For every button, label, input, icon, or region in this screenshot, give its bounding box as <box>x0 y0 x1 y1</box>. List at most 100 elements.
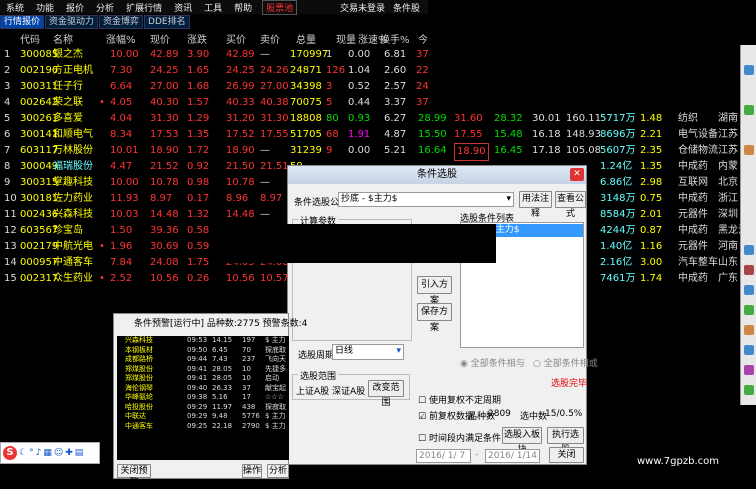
column-header[interactable]: 代码 <box>20 31 40 46</box>
toolbar-icon[interactable] <box>744 305 754 315</box>
alert-row[interactable]: 华峰氨纶 09:38 5.16 17 ☆☆☆ <box>117 393 289 403</box>
cell-name: 珍宝岛 <box>53 225 83 236</box>
date-to-input[interactable]: 2016/ 1/14 <box>485 449 540 463</box>
checkbox-timespan[interactable]: ☐ 时间段内满足条件 <box>418 431 501 444</box>
menu-trade-login[interactable]: 交易未登录 <box>340 1 385 14</box>
menu-item[interactable]: 帮助 <box>228 1 258 14</box>
toolbar-icon[interactable] <box>744 105 754 115</box>
alert-cell: 28.05 <box>212 374 233 382</box>
alert-cell: 飞向天 <box>265 355 286 363</box>
operate-button[interactable]: 操作 <box>242 464 262 478</box>
table-row[interactable]: 1 300085 银之杰 10.00 42.89 3.90 42.89—170997 1 0.0… <box>0 47 740 63</box>
tab[interactable]: 行情报价 <box>0 15 45 29</box>
menu-item[interactable]: 工具 <box>198 1 228 14</box>
close-button[interactable]: 关闭 <box>549 447 584 463</box>
user-icon[interactable]: ☺ <box>54 448 63 458</box>
shirt-icon[interactable]: ✚ <box>65 448 73 458</box>
tab[interactable]: DDE排名 <box>144 15 190 29</box>
cell-name: 兴森科技 <box>53 209 93 220</box>
cell-amt: 7461万 <box>600 273 636 284</box>
cell-ind: 仓储物流 <box>678 145 718 156</box>
cell-x1: 15.50 <box>418 129 447 140</box>
close-icon[interactable]: ✕ <box>570 168 584 181</box>
date-from-input[interactable]: 2016/ 1/ 7 <box>416 449 471 463</box>
column-header[interactable]: 现量 <box>336 31 356 46</box>
cell-ratio: 2.21 <box>640 129 663 140</box>
alert-cell: 郑煤股份 <box>125 364 153 373</box>
table-row[interactable]: 7 603117 万林股份 10.01 18.90 1.72 18.90—31239 9 0.0… <box>0 143 740 161</box>
menu-item[interactable]: 资讯 <box>168 1 198 14</box>
menu-condition-stock[interactable]: 条件股 <box>393 1 420 14</box>
alert-row[interactable]: 成都路桥 09:44 7.43 237 飞向天 <box>117 355 289 365</box>
change-range-button[interactable]: 改变范围 <box>368 380 404 408</box>
toolbar-icon[interactable] <box>744 65 754 75</box>
alert-row[interactable]: 中联达 09:29 9.48 5776 $ 主力 <box>117 412 289 422</box>
toolbar-icon[interactable] <box>744 365 754 375</box>
sogou-icon[interactable]: S <box>3 446 17 460</box>
menu-item[interactable]: 报价 <box>60 1 90 14</box>
checkbox-pre-rights[interactable]: ☑ 前复权数据 <box>418 409 474 422</box>
column-header[interactable]: 名称 <box>53 31 73 46</box>
moon-icon[interactable]: ☾ <box>19 448 27 458</box>
cell-x3: 16.45 <box>494 145 523 156</box>
import-scheme-button[interactable]: 引入方案 <box>417 276 452 306</box>
column-header[interactable]: 涨幅% <box>106 31 136 46</box>
punctuation-icon[interactable]: ° <box>29 448 34 458</box>
grid-icon[interactable]: ▤ <box>75 448 84 458</box>
column-header[interactable]: 买价 <box>226 31 246 46</box>
column-header[interactable]: 涨跌 <box>187 31 207 46</box>
menu-stock-pool[interactable]: 股票池 <box>262 0 298 15</box>
menu-item[interactable]: 扩展行情 <box>120 1 168 14</box>
cell-price: 24.08 <box>150 257 179 268</box>
period-select[interactable]: 日线 ▾ <box>332 344 404 360</box>
view-formula-button[interactable]: 查看公式 <box>555 191 586 219</box>
toolbar-icon[interactable] <box>744 325 754 335</box>
keyboard-icon[interactable]: ▦ <box>43 448 52 458</box>
tab[interactable]: 资金博弈 <box>99 15 144 29</box>
toolbar-icon[interactable] <box>744 385 754 395</box>
cell-bid: 10.78 <box>226 177 255 188</box>
menu-item[interactable]: 分析 <box>90 1 120 14</box>
alert-list[interactable]: 兴森科技 09:53 14.15 197 $ 主力 本钢板材 09:50 6.45 70 探底取成… <box>117 336 289 460</box>
table-row[interactable]: 2 002196 方正电机 7.30 24.25 1.65 24.25 24.26 24871 1… <box>0 63 740 79</box>
column-header[interactable]: 现价 <box>150 31 170 46</box>
column-header[interactable]: 今 <box>418 31 428 46</box>
menu-item[interactable]: 功能 <box>30 1 60 14</box>
tab[interactable]: 资金驱动力 <box>45 15 99 29</box>
alert-row[interactable]: 本钢板材 09:50 6.45 70 探底取 <box>117 346 289 356</box>
checkbox-rights[interactable]: ☐ 使用复权不定周期 <box>418 393 501 406</box>
radio-and[interactable]: ◉ 全部条件相与 <box>460 356 525 369</box>
column-header[interactable]: 卖价 <box>260 31 280 46</box>
alert-row[interactable]: 哈投股份 09:29 11.97 438 探寂取 <box>117 403 289 413</box>
cell-vol: 70075 <box>290 97 322 108</box>
toolbar-icon[interactable] <box>744 245 754 255</box>
column-header[interactable]: 总量 <box>296 31 316 46</box>
formula-select[interactable]: 抄底 - $主力$ ▾ <box>338 192 514 207</box>
alert-row[interactable]: 郑煤股份 09:41 28.05 10 先捷多 <box>117 365 289 375</box>
toolbar-icon[interactable] <box>744 285 754 295</box>
alert-row[interactable]: 海伦钢琴 09:40 26.33 37 献宝起 <box>117 384 289 394</box>
alert-cell: 中通客车 <box>125 421 153 430</box>
alert-row[interactable]: 兴森科技 09:53 14.15 197 $ 主力 <box>117 336 289 346</box>
menu-item[interactable]: 系统 <box>0 1 30 14</box>
close-alert-button[interactable]: 关闭预警 <box>117 464 151 488</box>
usage-note-button[interactable]: 用法注释 <box>519 191 552 219</box>
column-header[interactable]: 换手% <box>380 31 410 46</box>
save-scheme-button[interactable]: 保存方案 <box>417 303 452 333</box>
alert-row[interactable]: 郑煤股份 09:41 28.05 10 启动 <box>117 374 289 384</box>
alert-row[interactable]: 中通客车 09:25 22.18 2790 $ 主力 <box>117 422 289 432</box>
toolbar-icon[interactable] <box>744 145 754 155</box>
mic-icon[interactable]: ♪ <box>36 448 42 458</box>
table-row[interactable]: 6 300141 和顺电气 8.34 17.53 1.35 17.52 17.55 51705 6… <box>0 127 740 143</box>
alert-cell: 5776 <box>242 412 260 420</box>
toolbar-icon[interactable] <box>744 345 754 355</box>
run-selection-button[interactable]: 执行选股 <box>547 427 584 455</box>
table-row[interactable]: 4 002642 荣之联 • 4.05 40.30 1.57 40.33 40.38 70075 5… <box>0 95 740 111</box>
table-row[interactable]: 5 300261 多喜爱 4.04 31.30 1.29 31.20 31.30 18808 80… <box>0 111 740 127</box>
alert-cell: 海伦钢琴 <box>125 383 153 392</box>
toolbar-icon[interactable] <box>744 265 754 275</box>
analyze-button[interactable]: 分析 <box>267 464 289 478</box>
table-row[interactable]: 3 300311 任子行 6.64 27.00 1.68 26.99 27.00 34398 3 0… <box>0 79 740 95</box>
radio-or[interactable]: ○ 全部条件相或 <box>533 356 598 369</box>
into-block-button[interactable]: 选股入板块 <box>502 427 542 455</box>
